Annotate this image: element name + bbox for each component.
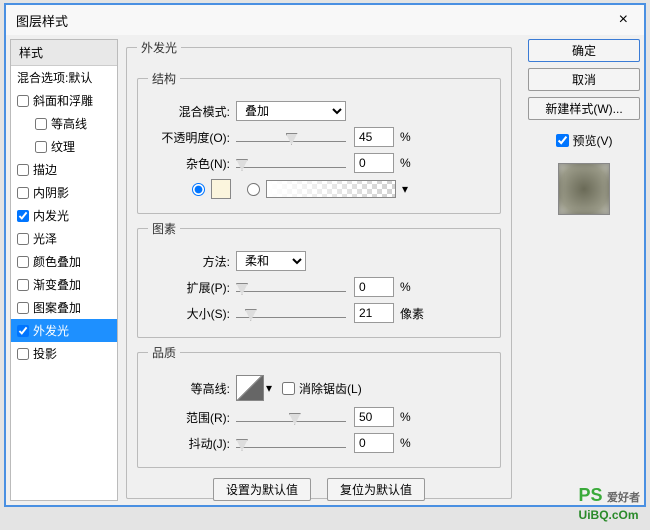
technique-select[interactable]: 柔和 (236, 251, 306, 271)
gradient-radio[interactable] (247, 183, 260, 196)
checkbox-drop-shadow[interactable] (17, 348, 29, 360)
jitter-label: 抖动(J): (148, 435, 236, 452)
checkbox-bevel[interactable] (17, 95, 29, 107)
checkbox-color-overlay[interactable] (17, 256, 29, 268)
checkbox-stroke[interactable] (17, 164, 29, 176)
noise-label: 杂色(N): (148, 155, 236, 172)
make-default-button[interactable]: 设置为默认值 (213, 478, 311, 501)
checkbox-inner-shadow[interactable] (17, 187, 29, 199)
style-item-inner-shadow[interactable]: 内阴影 (11, 181, 117, 204)
checkbox-inner-glow[interactable] (17, 210, 29, 222)
gradient-swatch[interactable] (266, 180, 396, 198)
action-column: 确定 取消 新建样式(W)... 预览(V) (520, 39, 640, 501)
noise-input[interactable] (354, 153, 394, 173)
checkbox-satin[interactable] (17, 233, 29, 245)
structure-group: 结构 混合模式: 叠加 不透明度(O): % 杂色(N): (137, 70, 501, 214)
checkbox-pattern-overlay[interactable] (17, 302, 29, 314)
jitter-input[interactable] (354, 433, 394, 453)
panel-title: 外发光 (137, 39, 181, 56)
close-icon[interactable]: × (613, 9, 634, 31)
preview-checkbox[interactable] (556, 134, 569, 147)
range-label: 范围(R): (148, 409, 236, 426)
spread-label: 扩展(P): (148, 279, 236, 296)
chevron-down-icon[interactable]: ▾ (402, 182, 408, 196)
noise-slider[interactable] (236, 154, 346, 172)
color-swatch[interactable] (211, 179, 231, 199)
contour-label: 等高线: (148, 380, 236, 397)
range-input[interactable] (354, 407, 394, 427)
style-item-outer-glow[interactable]: 外发光 (11, 319, 117, 342)
opacity-label: 不透明度(O): (148, 129, 236, 146)
technique-label: 方法: (148, 253, 236, 270)
range-slider[interactable] (236, 408, 346, 426)
style-item-drop-shadow[interactable]: 投影 (11, 342, 117, 365)
watermark: PS 爱好者 UiBQ.cOm (579, 485, 640, 524)
style-item-contour[interactable]: 等高线 (11, 112, 117, 135)
styles-sidebar: 样式 混合选项:默认 斜面和浮雕 等高线 纹理 描边 内阴影 内发光 光泽 颜色… (10, 39, 118, 501)
style-item-bevel[interactable]: 斜面和浮雕 (11, 89, 117, 112)
style-item-texture[interactable]: 纹理 (11, 135, 117, 158)
quality-group: 品质 等高线: ▾ 消除锯齿(L) 范围(R): % (137, 344, 501, 468)
style-item-stroke[interactable]: 描边 (11, 158, 117, 181)
style-item-pattern-overlay[interactable]: 图案叠加 (11, 296, 117, 319)
size-input[interactable] (354, 303, 394, 323)
contour-picker[interactable] (236, 375, 264, 401)
size-label: 大小(S): (148, 305, 236, 322)
window-title: 图层样式 (16, 11, 613, 30)
spread-input[interactable] (354, 277, 394, 297)
checkbox-texture[interactable] (35, 141, 47, 153)
spread-slider[interactable] (236, 278, 346, 296)
color-radio[interactable] (192, 183, 205, 196)
opacity-input[interactable] (354, 127, 394, 147)
checkbox-outer-glow[interactable] (17, 325, 29, 337)
ok-button[interactable]: 确定 (528, 39, 640, 62)
style-item-gradient-overlay[interactable]: 渐变叠加 (11, 273, 117, 296)
style-item-satin[interactable]: 光泽 (11, 227, 117, 250)
blending-options-row[interactable]: 混合选项:默认 (11, 66, 117, 89)
cancel-button[interactable]: 取消 (528, 68, 640, 91)
checkbox-contour[interactable] (35, 118, 47, 130)
preview-thumbnail (558, 163, 610, 215)
preview-label: 预览(V) (573, 132, 613, 149)
size-slider[interactable] (236, 304, 346, 322)
titlebar: 图层样式 × (6, 5, 644, 35)
chevron-down-icon[interactable]: ▾ (266, 381, 272, 395)
element-group: 图素 方法: 柔和 扩展(P): % 大小(S): (137, 220, 501, 338)
antialias-label: 消除锯齿(L) (299, 380, 362, 397)
new-style-button[interactable]: 新建样式(W)... (528, 97, 640, 120)
layer-style-dialog: 图层样式 × 样式 混合选项:默认 斜面和浮雕 等高线 纹理 描边 内阴影 内发… (4, 3, 646, 507)
style-item-inner-glow[interactable]: 内发光 (11, 204, 117, 227)
jitter-slider[interactable] (236, 434, 346, 452)
antialias-checkbox[interactable] (282, 382, 295, 395)
blend-mode-label: 混合模式: (148, 103, 236, 120)
outer-glow-panel: 外发光 结构 混合模式: 叠加 不透明度(O): % 杂色(N): (126, 39, 512, 499)
opacity-slider[interactable] (236, 128, 346, 146)
checkbox-gradient-overlay[interactable] (17, 279, 29, 291)
sidebar-header: 样式 (11, 40, 117, 66)
reset-default-button[interactable]: 复位为默认值 (327, 478, 425, 501)
style-item-color-overlay[interactable]: 颜色叠加 (11, 250, 117, 273)
blend-mode-select[interactable]: 叠加 (236, 101, 346, 121)
